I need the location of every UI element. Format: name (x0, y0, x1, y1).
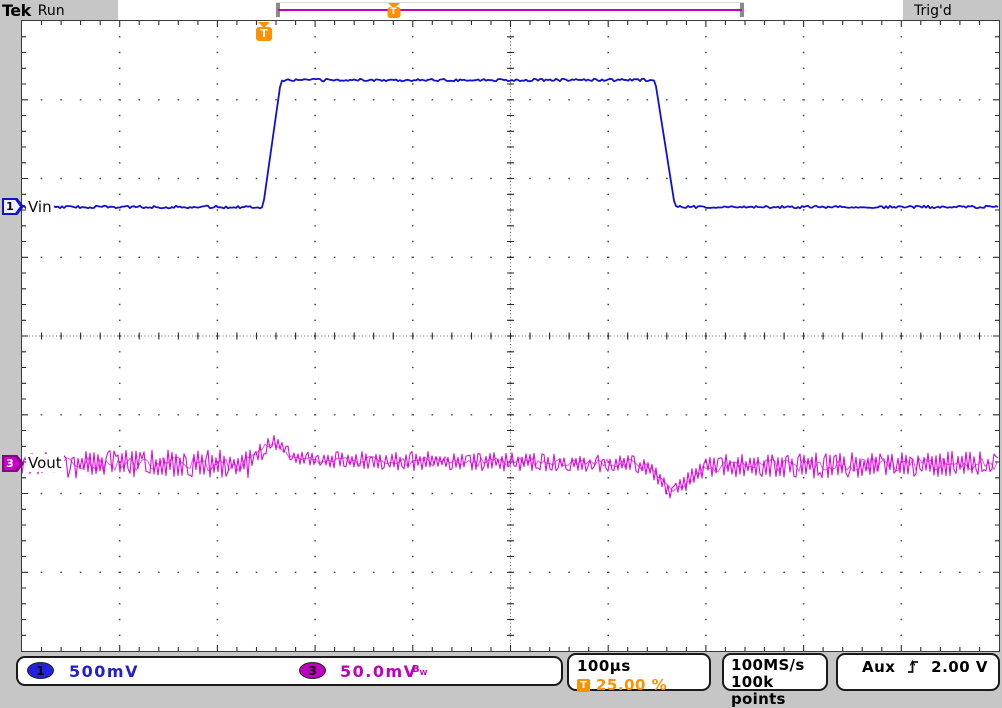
rising-edge-slope-icon (908, 659, 919, 673)
trigd-status-text: Trig'd (914, 2, 952, 19)
ch1-badge[interactable]: 1 (27, 662, 54, 679)
ch3-marker-number: 3 (6, 457, 14, 470)
graticule-area (21, 20, 1000, 652)
record-length-readout: 100k points (731, 673, 786, 708)
channel-readout-box[interactable]: 1 500mV 3 50.0mV BW (16, 656, 563, 686)
tek-logo: Tek (2, 1, 31, 20)
horizontal-readout-box[interactable]: 100µs T 25.00 % (567, 653, 711, 694)
trigger-source-readout: Aux (862, 658, 896, 676)
acquisition-status: Tek Run (0, 0, 118, 21)
vout-trace-label: Vout (26, 454, 64, 472)
sample-rate-readout: 100MS/s (731, 656, 805, 674)
run-status-text: Run (37, 2, 65, 19)
trigger-level-readout: 2.00 V (931, 658, 988, 676)
trigger-t-icon: T (577, 678, 590, 692)
ch1-scale-readout: 500mV (69, 662, 139, 681)
ch3-bandwidth-limit-icon: BW (412, 664, 428, 677)
top-status-bar: Tek Run T Trig'd (0, 0, 1002, 21)
trigger-position-readout: 25.00 % (596, 676, 668, 694)
acquisition-readout-box[interactable]: 100MS/s 100k points (722, 653, 828, 708)
bottom-readout-bar: 1 500mV 3 50.0mV BW 100µs T 25.00 % 100M… (0, 652, 1002, 708)
timebase-readout: 100µs (577, 657, 631, 675)
ch1-marker-number: 1 (6, 200, 14, 213)
ch3-ground-marker[interactable]: 3 (2, 455, 24, 472)
ch3-scale-readout: 50.0mV (340, 662, 418, 681)
trigger-t-icon: T (256, 27, 272, 41)
trigger-status: Trig'd (903, 0, 1002, 21)
record-waveform-line (278, 9, 742, 11)
trigger-position-marker[interactable]: T (254, 22, 274, 42)
ch1-ground-marker[interactable]: 1 (2, 198, 24, 215)
vin-trace-label: Vin (26, 198, 54, 216)
record-view-bar[interactable]: T (276, 2, 744, 19)
record-trigger-position-icon[interactable]: T (386, 3, 401, 19)
ch3-badge[interactable]: 3 (299, 662, 326, 679)
trigger-t-icon: T (387, 7, 400, 18)
trigger-readout-box[interactable]: Aux 2.00 V (836, 653, 1000, 691)
waveform-display (22, 21, 999, 651)
